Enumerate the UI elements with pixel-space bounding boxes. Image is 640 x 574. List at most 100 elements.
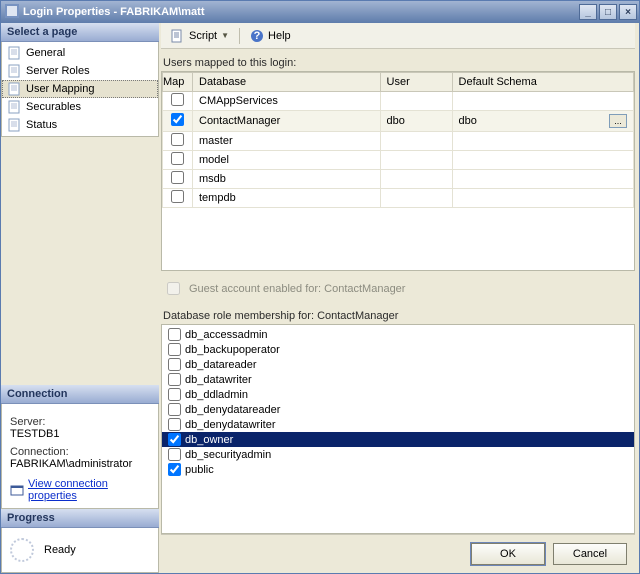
view-connection-properties-link[interactable]: View connection properties — [10, 478, 150, 502]
role-label: db_datawriter — [185, 374, 252, 386]
sidebar-item-label: Status — [26, 119, 57, 131]
cancel-button[interactable]: Cancel — [553, 543, 627, 565]
role-label: db_denydatareader — [185, 404, 280, 416]
role-checkbox[interactable] — [168, 358, 181, 371]
page-icon — [8, 64, 22, 78]
titlebar: Login Properties - FABRIKAM\matt _ □ × — [1, 1, 639, 23]
server-value: TESTDB1 — [10, 428, 150, 440]
content-toolbar: Script ▼ ? Help — [161, 23, 635, 49]
sidebar-item-general[interactable]: General — [2, 44, 158, 62]
connection-value: FABRIKAM\administrator — [10, 458, 150, 470]
map-checkbox[interactable] — [171, 113, 184, 126]
table-row[interactable]: tempdb — [163, 189, 634, 208]
sidebar-item-label: General — [26, 47, 65, 59]
sidebar-item-label: Securables — [26, 101, 81, 113]
user-cell: dbo — [380, 111, 452, 132]
role-item[interactable]: db_datawriter — [162, 372, 634, 387]
role-item[interactable]: db_accessadmin — [162, 327, 634, 342]
role-checkbox[interactable] — [168, 448, 181, 461]
connection-label: Connection: — [10, 446, 150, 458]
role-checkbox[interactable] — [168, 433, 181, 446]
role-item[interactable]: db_denydatareader — [162, 402, 634, 417]
user-cell — [380, 151, 452, 170]
user-mapping-grid[interactable]: MapDatabaseUserDefault Schema CMAppServic… — [161, 71, 635, 271]
role-label: public — [185, 464, 214, 476]
col-database[interactable]: Database — [193, 73, 381, 92]
role-item[interactable]: db_ddladmin — [162, 387, 634, 402]
role-checkbox[interactable] — [168, 388, 181, 401]
role-item[interactable]: db_owner — [162, 432, 634, 447]
role-item[interactable]: db_securityadmin — [162, 447, 634, 462]
role-label: db_datareader — [185, 359, 257, 371]
role-checkbox[interactable] — [168, 343, 181, 356]
db-cell: CMAppServices — [193, 92, 381, 111]
db-cell: tempdb — [193, 189, 381, 208]
roles-label: Database role membership for: ContactMan… — [163, 310, 633, 322]
sidebar-item-securables[interactable]: Securables — [2, 98, 158, 116]
guest-account-checkbox — [167, 282, 180, 295]
page-icon — [8, 46, 22, 60]
svg-text:?: ? — [254, 30, 261, 42]
script-icon — [171, 29, 185, 43]
map-checkbox[interactable] — [171, 133, 184, 146]
col-user[interactable]: User — [380, 73, 452, 92]
schema-cell: dbo — [459, 115, 477, 127]
table-row[interactable]: master — [163, 132, 634, 151]
map-checkbox[interactable] — [171, 171, 184, 184]
maximize-button[interactable]: □ — [599, 4, 617, 20]
schema-browse-button[interactable]: ... — [609, 114, 627, 128]
db-cell: model — [193, 151, 381, 170]
table-row[interactable]: msdb — [163, 170, 634, 189]
role-item[interactable]: db_backupoperator — [162, 342, 634, 357]
user-cell — [380, 170, 452, 189]
role-checkbox[interactable] — [168, 328, 181, 341]
progress-spinner-icon — [10, 538, 34, 562]
table-row[interactable]: ContactManagerdbodbo... — [163, 111, 634, 132]
role-checkbox[interactable] — [168, 463, 181, 476]
toolbar-separator — [239, 28, 240, 44]
roles-list[interactable]: db_accessadmindb_backupoperator db_datare… — [161, 324, 635, 534]
page-icon — [8, 118, 22, 132]
script-button[interactable]: Script ▼ — [167, 27, 233, 45]
help-button[interactable]: ? Help — [246, 27, 295, 45]
page-nav: General Server RolesUser Mapping Securable… — [1, 42, 159, 137]
role-item[interactable]: db_datareader — [162, 357, 634, 372]
dialog-buttons: OK Cancel — [161, 534, 635, 573]
page-icon — [8, 100, 22, 114]
role-item[interactable]: db_denydatawriter — [162, 417, 634, 432]
col-schema[interactable]: Default Schema — [452, 73, 633, 92]
role-checkbox[interactable] — [168, 403, 181, 416]
role-checkbox[interactable] — [168, 418, 181, 431]
user-cell — [380, 92, 452, 111]
connection-panel: Server: TESTDB1 Connection: FABRIKAM\adm… — [1, 404, 159, 509]
minimize-button[interactable]: _ — [579, 4, 597, 20]
login-properties-window: Login Properties - FABRIKAM\matt _ □ × S… — [0, 0, 640, 574]
role-label: db_ddladmin — [185, 389, 248, 401]
sidebar-item-status[interactable]: Status — [2, 116, 158, 134]
guest-account-label: Guest account enabled for: ContactManage… — [189, 283, 405, 295]
role-label: db_denydatawriter — [185, 419, 276, 431]
ok-button[interactable]: OK — [471, 543, 545, 565]
server-label: Server: — [10, 416, 150, 428]
progress-panel: Ready — [1, 528, 159, 573]
role-item[interactable]: public — [162, 462, 634, 477]
close-button[interactable]: × — [619, 4, 637, 20]
user-cell — [380, 189, 452, 208]
help-icon: ? — [250, 29, 264, 43]
col-map[interactable]: Map — [163, 73, 193, 92]
sidebar-item-user-mapping[interactable]: User Mapping — [2, 80, 158, 98]
table-row[interactable]: CMAppServices — [163, 92, 634, 111]
map-checkbox[interactable] — [171, 190, 184, 203]
map-checkbox[interactable] — [171, 152, 184, 165]
window-title: Login Properties - FABRIKAM\matt — [23, 6, 205, 18]
help-label: Help — [268, 30, 291, 42]
select-page-header: Select a page — [1, 23, 159, 42]
sidebar-item-server-roles[interactable]: Server Roles — [2, 62, 158, 80]
user-cell — [380, 132, 452, 151]
table-row[interactable]: model — [163, 151, 634, 170]
role-label: db_owner — [185, 434, 233, 446]
role-label: db_securityadmin — [185, 449, 271, 461]
role-checkbox[interactable] — [168, 373, 181, 386]
map-checkbox[interactable] — [171, 93, 184, 106]
properties-icon — [10, 483, 24, 497]
